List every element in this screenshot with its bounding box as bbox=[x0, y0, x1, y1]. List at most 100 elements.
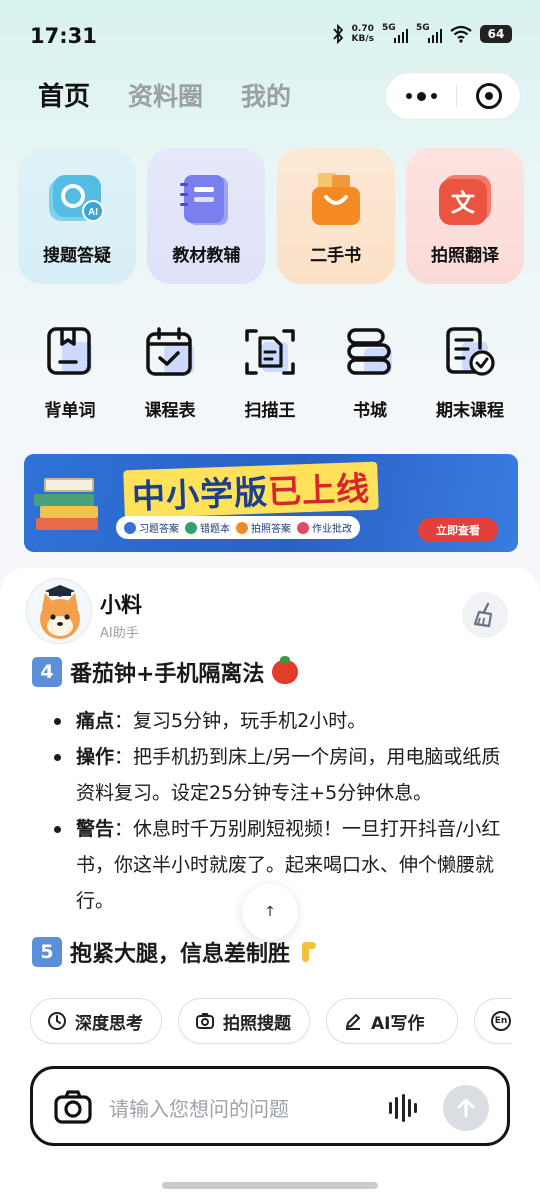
status-time: 17:31 bbox=[30, 24, 97, 48]
banner-feature-item: 作业批改 bbox=[297, 520, 352, 535]
chip-english[interactable]: En bbox=[474, 998, 512, 1044]
chip-label: 深度思考 bbox=[75, 1013, 143, 1034]
banner-title: 中小学版已上线 bbox=[123, 461, 379, 519]
miniapp-capsule bbox=[385, 72, 521, 120]
tool-label: 扫描王 bbox=[244, 401, 296, 421]
sim1-label: 5G bbox=[382, 23, 396, 33]
card-label: 教材教辅 bbox=[172, 246, 241, 266]
bluetooth-icon bbox=[332, 24, 343, 44]
card-textbooks[interactable]: 教材教辅 bbox=[147, 148, 266, 284]
question-input-box[interactable]: 请输入您想问的问题 bbox=[30, 1066, 510, 1146]
tool-label: 课程表 bbox=[144, 401, 196, 421]
bot-name: 小料 bbox=[100, 593, 142, 617]
banner-feature-item: 错题本 bbox=[185, 520, 230, 535]
camera-button[interactable] bbox=[53, 1089, 93, 1125]
clear-chat-button[interactable] bbox=[462, 592, 508, 638]
promo-banner[interactable]: 中小学版已上线 习题答案 错题本 拍照答案 作业批改 立即查看 bbox=[24, 454, 518, 552]
feature-cards: AI 搜题答疑 教材教辅 二手书 文 拍照翻译 bbox=[18, 148, 524, 284]
send-button[interactable] bbox=[443, 1085, 489, 1131]
chip-deep-thinking[interactable]: 深度思考 bbox=[30, 998, 162, 1044]
card-label: 搜题答疑 bbox=[43, 246, 111, 266]
tomato-icon bbox=[272, 656, 299, 684]
chip-label: AI写作 bbox=[371, 1013, 425, 1034]
close-miniapp-button[interactable] bbox=[457, 83, 520, 109]
camera-icon bbox=[54, 1090, 92, 1124]
section-5-title: 抱紧大腿，信息差制胜 bbox=[70, 942, 291, 967]
shopping-bag-icon bbox=[304, 171, 368, 229]
card-photo-translate[interactable]: 文 拍照翻译 bbox=[405, 148, 524, 284]
tool-vocabulary[interactable]: 背单词 bbox=[20, 326, 120, 421]
question-input[interactable]: 请输入您想问的问题 bbox=[109, 1093, 289, 1122]
calendar-check-icon bbox=[144, 326, 196, 378]
banner-feature-item: 习题答案 bbox=[124, 520, 179, 535]
voice-input-button[interactable] bbox=[389, 1093, 417, 1123]
banner-title-main: 中小学版 bbox=[131, 472, 269, 517]
banner-view-button[interactable]: 立即查看 bbox=[418, 518, 498, 542]
section-5-heading: 5 抱紧大腿，信息差制胜 bbox=[32, 936, 322, 968]
checklist-icon bbox=[444, 326, 496, 378]
status-bar: 17:31 0.70 KB/s 5G 5G 64 bbox=[0, 0, 540, 72]
signal-1-icon: 5G bbox=[382, 23, 408, 43]
svg-text:文: 文 bbox=[451, 189, 476, 217]
number-5-badge: 5 bbox=[32, 937, 62, 967]
more-options-button[interactable] bbox=[386, 91, 456, 101]
english-icon: En bbox=[491, 1011, 511, 1031]
signal-2-icon: 5G bbox=[416, 23, 442, 43]
chip-label: 拍照搜题 bbox=[223, 1013, 291, 1034]
arrow-up-icon bbox=[457, 1098, 475, 1118]
list-item: 操作：把手机扔到床上/另一个房间，用电脑或纸质资料复习。设定25分钟专注+5分钟… bbox=[52, 739, 512, 811]
bot-role: AI助手 bbox=[100, 626, 139, 641]
network-speed: 0.70 KB/s bbox=[352, 24, 374, 44]
bot-avatar bbox=[26, 578, 92, 644]
wifi-icon bbox=[450, 25, 472, 43]
card-label: 二手书 bbox=[310, 246, 362, 266]
card-secondhand-books[interactable]: 二手书 bbox=[276, 148, 395, 284]
quick-actions: 深度思考 拍照搜题 AI写作 En bbox=[30, 998, 512, 1044]
books-illustration bbox=[32, 474, 112, 544]
section-4-title: 番茄钟+手机隔离法 bbox=[70, 662, 265, 687]
scroll-to-top-button[interactable]: ↑ bbox=[242, 884, 298, 940]
banner-title-highlight: 已上线 bbox=[267, 468, 371, 512]
notebook-icon bbox=[174, 171, 238, 229]
svg-text:AI: AI bbox=[88, 207, 98, 218]
shiba-avatar-icon bbox=[40, 585, 80, 639]
tool-label: 背单词 bbox=[44, 401, 96, 421]
book-stack-icon bbox=[344, 326, 396, 378]
network-speed-unit: KB/s bbox=[351, 34, 374, 44]
chip-photo-search[interactable]: 拍照搜题 bbox=[178, 998, 310, 1044]
banner-features: 习题答案 错题本 拍照答案 作业批改 bbox=[116, 516, 360, 539]
tool-final-courses[interactable]: 期末课程 bbox=[420, 326, 520, 421]
ai-search-icon: AI bbox=[45, 171, 109, 229]
number-4-badge: 4 bbox=[32, 657, 62, 687]
home-indicator[interactable] bbox=[162, 1182, 378, 1189]
tool-label: 书城 bbox=[353, 401, 387, 421]
bookmark-book-icon bbox=[44, 326, 96, 378]
pen-icon bbox=[346, 1014, 360, 1030]
battery-icon: 64 bbox=[480, 25, 512, 43]
chip-ai-writing[interactable]: AI写作 bbox=[326, 998, 458, 1044]
broom-icon bbox=[473, 602, 493, 628]
target-icon bbox=[475, 83, 502, 109]
card-label: 拍照翻译 bbox=[430, 246, 499, 266]
tab-home[interactable]: 首页 bbox=[38, 76, 90, 113]
arrow-up-icon: ↑ bbox=[264, 904, 276, 920]
tool-schedule[interactable]: 课程表 bbox=[120, 326, 220, 421]
card-ai-search[interactable]: AI 搜题答疑 bbox=[18, 148, 136, 284]
tools-row: 背单词 课程表 扫描王 书城 期末课程 bbox=[20, 326, 520, 421]
sim2-label: 5G bbox=[416, 23, 430, 33]
tool-label: 期末课程 bbox=[436, 401, 504, 421]
clock-icon bbox=[48, 1012, 66, 1030]
list-item: 痛点：复习5分钟，玩手机2小时。 bbox=[52, 703, 512, 739]
tool-scanner[interactable]: 扫描王 bbox=[220, 326, 320, 421]
status-icons: 0.70 KB/s 5G 5G 64 bbox=[332, 23, 512, 44]
tab-mine[interactable]: 我的 bbox=[241, 77, 291, 113]
network-speed-value: 0.70 bbox=[351, 24, 374, 34]
scan-document-icon bbox=[244, 326, 296, 378]
top-nav: 首页 资料圈 我的 bbox=[38, 76, 291, 113]
tab-materials[interactable]: 资料圈 bbox=[128, 77, 203, 113]
section-4-heading: 4 番茄钟+手机隔离法 bbox=[32, 656, 299, 688]
tool-bookstore[interactable]: 书城 bbox=[320, 326, 420, 421]
banner-feature-item: 拍照答案 bbox=[236, 520, 291, 535]
camera-icon bbox=[196, 1013, 214, 1029]
translate-icon: 文 bbox=[433, 171, 497, 229]
